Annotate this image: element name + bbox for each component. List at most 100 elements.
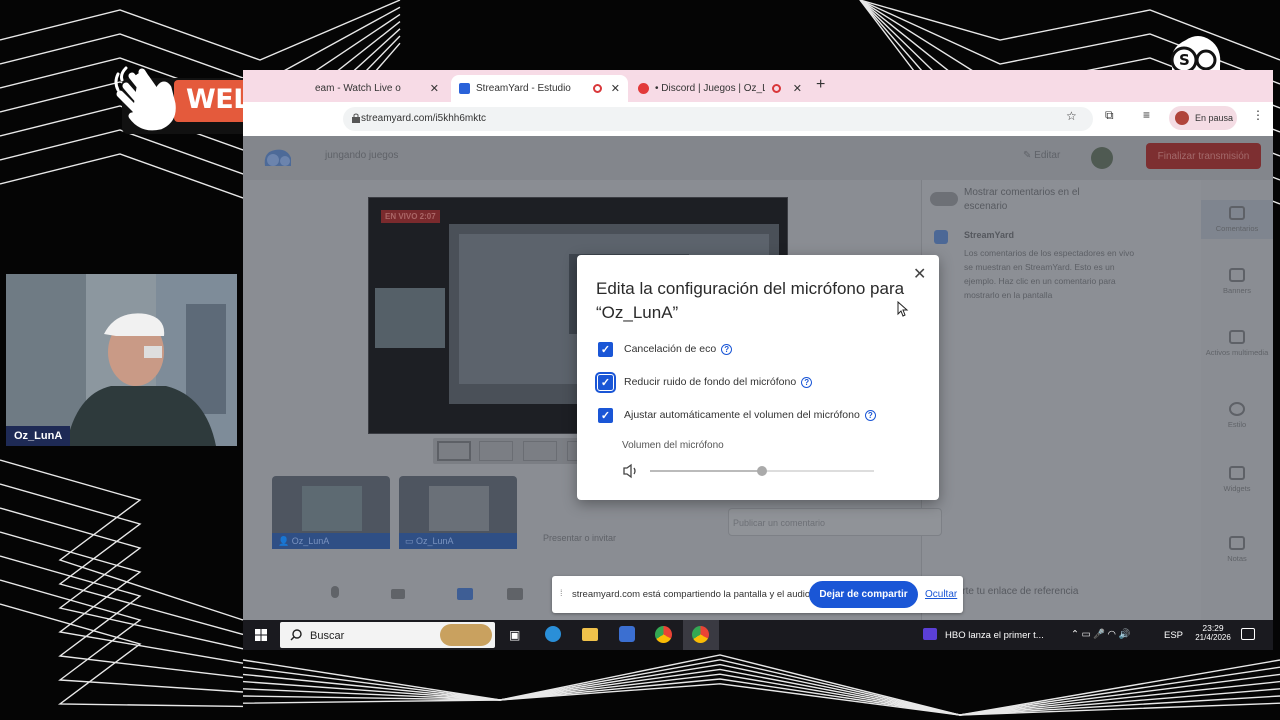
screen-share-notification: ⁞ streamyard.com está compartiendo la pa… — [552, 576, 963, 613]
browser-menu-icon[interactable]: ⋮ — [1252, 108, 1264, 122]
background-line — [0, 507, 244, 650]
address-bar: streamyard.com/i5khh6mktc ☆ — [243, 102, 1273, 136]
show-comments-toggle[interactable] — [930, 192, 958, 206]
file-explorer-icon[interactable] — [582, 628, 598, 641]
edit-label: Editar — [1034, 150, 1061, 161]
chrome-profile-icon[interactable] — [692, 626, 709, 643]
waving-hand-icon — [114, 66, 176, 131]
right-rail: Comentarios Banners Activos multimedia E… — [1201, 180, 1273, 650]
studio-controls — [331, 586, 523, 600]
rail-notes[interactable]: Notas — [1201, 536, 1273, 563]
option-label: Cancelación de eco — [624, 343, 717, 355]
webcam-image — [6, 274, 237, 446]
volume-slider-handle[interactable] — [757, 466, 767, 476]
edge-icon[interactable] — [545, 626, 561, 642]
streamyard-favicon-icon — [459, 83, 470, 94]
option-label: Ajustar automáticamente el volumen del m… — [624, 409, 860, 421]
url-field[interactable]: streamyard.com/i5khh6mktc — [343, 107, 1093, 131]
auto-gain-checkbox[interactable]: ✓ — [598, 407, 613, 423]
microphone-icon — [331, 586, 339, 598]
rail-style[interactable]: Estilo — [1201, 402, 1273, 429]
comment-text[interactable]: Los comentarios de los espectadores en v… — [964, 246, 1144, 302]
chrome-icon[interactable] — [655, 626, 672, 643]
background-line — [0, 459, 244, 621]
layout-split-icon[interactable] — [479, 441, 513, 461]
close-icon[interactable]: ✕ — [913, 264, 926, 284]
echo-cancellation-option[interactable]: ✓ Cancelación de eco ? — [598, 341, 733, 357]
widgets-icon — [1229, 466, 1245, 480]
background-line — [0, 483, 244, 636]
volume-slider[interactable] — [650, 466, 874, 476]
search-label: Buscar — [310, 630, 345, 642]
help-icon[interactable]: ? — [864, 409, 876, 421]
comments-icon — [1229, 206, 1245, 220]
language-indicator[interactable]: ESP — [1164, 630, 1183, 641]
tab-watch-live[interactable]: eam - Watch Live o ✕ — [307, 75, 447, 102]
layout-solo-icon[interactable] — [437, 441, 471, 461]
volume-label: Volumen del micrófono — [622, 440, 724, 451]
site-info-icon[interactable] — [351, 113, 361, 123]
news-widget[interactable]: HBO lanza el primer t... — [945, 630, 1044, 641]
screen-share-icon — [457, 588, 473, 600]
participant-thumbnail[interactable]: 👤 Oz_LunA — [272, 476, 390, 549]
dialog-title: Edita la configuración del micrófono par… — [596, 279, 905, 322]
hide-link[interactable]: Ocultar — [925, 589, 957, 600]
rail-banners[interactable]: Banners — [1201, 268, 1273, 295]
comment-input[interactable]: Publicar un comentario — [728, 508, 942, 536]
star-icon[interactable]: ☆ — [1066, 109, 1077, 123]
mouse-cursor-icon — [897, 301, 909, 317]
close-icon[interactable]: ✕ — [793, 82, 802, 95]
streamyard-avatar-icon — [934, 230, 948, 244]
help-icon[interactable]: ? — [801, 376, 813, 388]
clock[interactable]: 23:29 21/4/2026 — [1195, 623, 1231, 642]
url-text: streamyard.com/i5khh6mktc — [361, 113, 487, 124]
speaker-icon — [623, 463, 636, 479]
task-view-icon[interactable]: ▣ — [509, 628, 520, 642]
drag-handle-icon[interactable]: ⁞ — [560, 588, 563, 598]
participant-name: 👤 Oz_LunA — [272, 533, 390, 549]
layout-group-icon[interactable] — [523, 441, 557, 461]
avatar[interactable] — [1091, 147, 1113, 169]
close-icon[interactable]: ✕ — [430, 82, 439, 95]
noise-reduction-checkbox[interactable]: ✓ — [595, 371, 616, 393]
profile-paused-button[interactable]: En pausa — [1169, 106, 1237, 130]
auto-gain-option[interactable]: ✓ Ajustar automáticamente el volumen del… — [598, 407, 876, 423]
broadcast-title[interactable]: jungando juegos — [325, 150, 398, 161]
media-icon — [1229, 330, 1245, 344]
banners-icon — [1229, 268, 1245, 282]
edit-button[interactable]: ✎ Editar — [1023, 150, 1060, 161]
help-icon[interactable]: ? — [721, 343, 733, 355]
windows-start-icon[interactable] — [255, 629, 267, 641]
option-label: Reducir ruido de fondo del micrófono — [624, 376, 797, 388]
logo-badge-letter: S — [1179, 51, 1190, 69]
store-icon[interactable] — [619, 626, 635, 642]
background-line — [242, 683, 1280, 716]
tab-label: StreamYard - Estudio — [476, 83, 571, 94]
extensions-icon[interactable]: ⧉ — [1105, 108, 1114, 123]
media-controls-icon[interactable]: ≡ — [1143, 108, 1150, 122]
webcam-name-label: Oz_LunA — [6, 426, 71, 446]
tray-icons[interactable]: ⌃ ▭ 🎤 ◠ 🔊 — [1071, 629, 1130, 640]
noise-reduction-option[interactable]: ✓ Reducir ruido de fondo del micrófono ? — [595, 371, 813, 393]
rail-media-assets[interactable]: Activos multimedia — [1201, 330, 1273, 357]
present-or-invite-button[interactable]: Presentar o invitar — [543, 533, 616, 543]
echo-cancellation-checkbox[interactable]: ✓ — [598, 341, 613, 357]
screen-share-thumbnail[interactable]: ▭ Oz_LunA — [399, 476, 517, 549]
share-message: streamyard.com está compartiendo la pant… — [572, 589, 813, 600]
taskbar-search[interactable]: Buscar — [280, 622, 495, 648]
close-icon[interactable]: ✕ — [611, 82, 620, 95]
stop-sharing-button[interactable]: Dejar de compartir — [809, 581, 918, 608]
notes-icon — [1229, 536, 1245, 550]
new-tab-icon[interactable]: + — [816, 76, 825, 94]
tab-discord[interactable]: • Discord | Juegos | Oz_Lun ✕ — [630, 75, 810, 102]
rail-comments[interactable]: Comentarios — [1201, 200, 1273, 239]
recording-icon — [772, 84, 781, 93]
notifications-icon[interactable] — [1241, 628, 1255, 640]
background-line — [0, 579, 244, 693]
tab-label: • Discord | Juegos | Oz_Lun — [655, 83, 765, 94]
tab-label: eam - Watch Live o — [315, 83, 401, 94]
tab-streamyard-estudio[interactable]: StreamYard - Estudio ✕ — [451, 75, 628, 102]
stage-webcam — [375, 288, 445, 348]
rail-widgets[interactable]: Widgets — [1201, 466, 1273, 493]
end-broadcast-button[interactable]: Finalizar transmisión — [1146, 143, 1261, 169]
